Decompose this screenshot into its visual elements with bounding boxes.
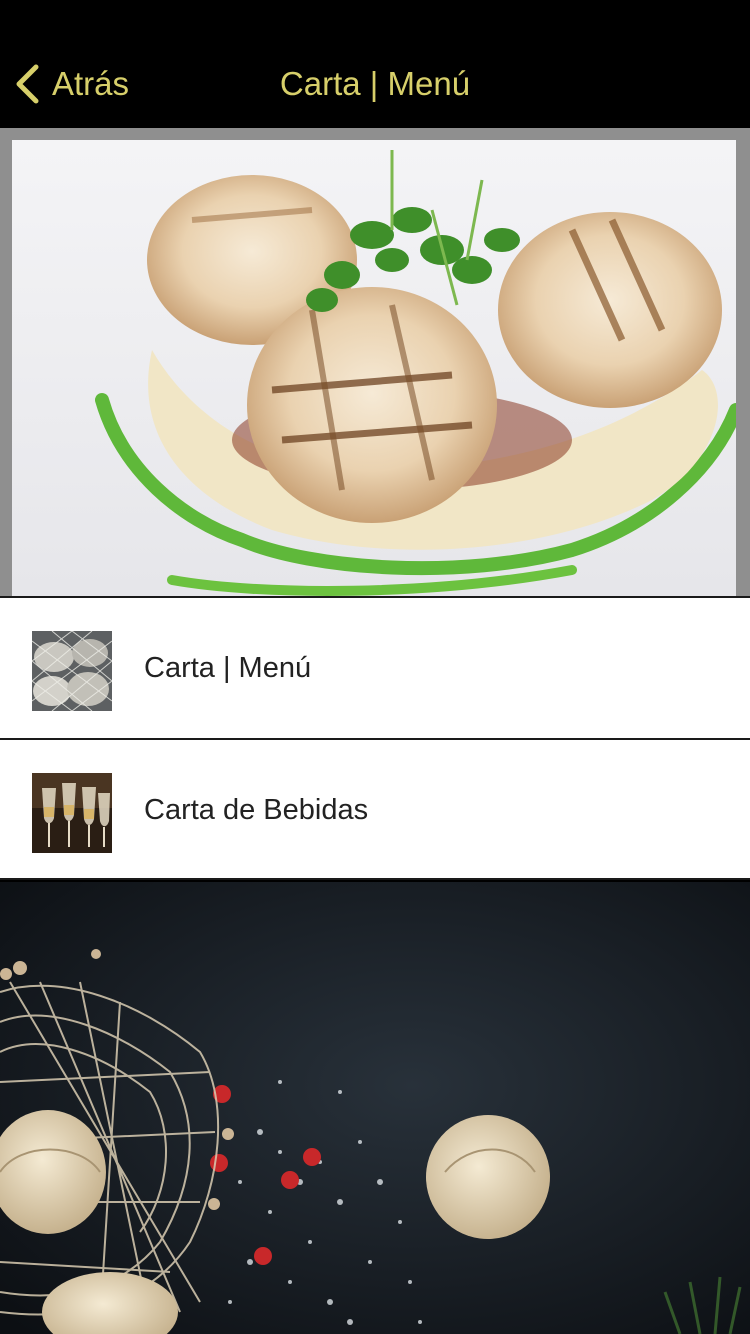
list-item-label: Carta | Menú — [144, 652, 312, 684]
page-title: Carta | Menú — [279, 65, 471, 102]
list-item-carta-menu[interactable]: Carta | Menú — [0, 596, 750, 738]
wine-glasses-thumbnail — [32, 773, 112, 853]
menu-list: Carta | Menú Carta de Bebidas — [0, 596, 750, 880]
background-clams-image — [0, 882, 750, 1334]
navigation-bar: Atrás Carta | Menú — [0, 0, 750, 128]
clams-net-thumbnail — [32, 631, 112, 711]
hero-image-frame — [0, 128, 750, 596]
list-item-label: Carta de Bebidas — [144, 794, 369, 826]
scallops-dish-image — [12, 140, 736, 596]
list-item-carta-bebidas[interactable]: Carta de Bebidas — [0, 738, 750, 880]
